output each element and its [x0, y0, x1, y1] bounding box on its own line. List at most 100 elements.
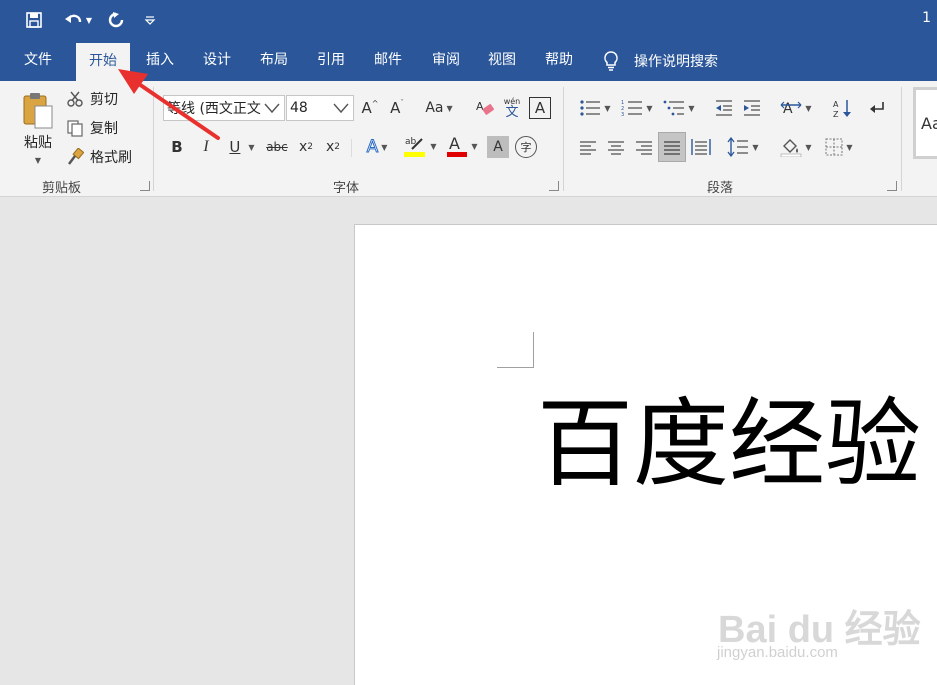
chinese-layout-button[interactable]: A ▼: [776, 97, 816, 119]
paste-button[interactable]: 粘贴 ▼: [16, 87, 60, 167]
font-divider: [351, 139, 352, 157]
grow-font-button[interactable]: A ^: [360, 97, 380, 119]
font-name-combo[interactable]: 等线 (西文正文: [163, 95, 285, 121]
shrink-font-button[interactable]: Aˇ: [387, 97, 407, 119]
customize-toolbar-button[interactable]: [140, 9, 160, 31]
distributed-button[interactable]: [690, 136, 712, 158]
style-preview-label: Aa: [921, 113, 937, 133]
save-icon[interactable]: [22, 9, 46, 31]
paint-bucket-icon: [781, 139, 802, 157]
superscript-mark: 2: [334, 142, 341, 152]
watermark-url: jingyan.baidu.com: [717, 644, 838, 661]
character-border-button[interactable]: A: [529, 97, 551, 119]
bold-button[interactable]: B: [166, 136, 188, 158]
distributed-icon: [691, 139, 711, 155]
pilcrow-icon: [870, 102, 884, 113]
change-case-button[interactable]: Aa ▼: [422, 97, 456, 119]
phonetic-guide-button[interactable]: wén 文: [501, 94, 523, 122]
multilevel-list-button[interactable]: ▼: [660, 97, 698, 119]
text-effects-button[interactable]: A ▼: [360, 136, 394, 158]
svg-text:A: A: [476, 100, 484, 113]
clipboard-dialog-launcher[interactable]: [140, 181, 150, 191]
group-divider: [153, 87, 154, 191]
tell-me-search[interactable]: 操作说明搜索: [602, 40, 718, 81]
strikethrough-button[interactable]: abc: [264, 136, 290, 158]
align-right-button[interactable]: [634, 136, 654, 158]
highlighter-icon: ab: [404, 137, 426, 157]
bullets-button[interactable]: ▼: [576, 97, 614, 119]
chevron-down-icon: ▼: [805, 142, 812, 152]
italic-button[interactable]: I: [195, 136, 217, 158]
font-color-icon: A: [447, 134, 468, 157]
svg-text:A: A: [449, 134, 460, 153]
font-dialog-launcher[interactable]: [549, 181, 559, 191]
style-normal-preview[interactable]: Aa: [913, 87, 937, 159]
redo-button[interactable]: [104, 9, 128, 31]
format-painter-button[interactable]: 格式刷: [66, 146, 132, 168]
tab-home[interactable]: 开始: [76, 43, 130, 81]
group-divider: [563, 87, 564, 191]
tab-layout[interactable]: 布局: [250, 40, 298, 81]
highlight-button[interactable]: ab ▼: [400, 133, 440, 159]
redo-icon: [108, 12, 124, 28]
eraser-icon: A: [476, 100, 494, 115]
ribbon-tabs: 文件 开始 插入 设计 布局 引用 邮件 审阅 视图 帮助 操作说明搜索: [0, 40, 937, 81]
cut-button[interactable]: 剪切: [66, 88, 118, 110]
character-shading-button[interactable]: A: [487, 136, 509, 158]
font-name-value: 等线 (西文正文: [167, 101, 261, 117]
justify-button[interactable]: [658, 132, 686, 162]
increase-indent-button[interactable]: [741, 97, 763, 119]
clear-formatting-button[interactable]: A: [474, 97, 496, 119]
increase-indent-icon: [744, 100, 760, 116]
tab-file[interactable]: 文件: [12, 40, 64, 81]
tab-help[interactable]: 帮助: [534, 40, 584, 81]
tab-view[interactable]: 视图: [478, 40, 526, 81]
character-border-label: A: [534, 99, 546, 117]
tab-review[interactable]: 审阅: [421, 40, 471, 81]
sort-button[interactable]: AZ: [831, 97, 853, 119]
underline-button[interactable]: U ▼: [222, 136, 262, 158]
cut-label: 剪切: [90, 92, 118, 108]
tab-mailings[interactable]: 邮件: [364, 40, 412, 81]
document-text[interactable]: 百度经验: [537, 388, 921, 500]
customize-icon: [144, 16, 156, 25]
line-spacing-button[interactable]: ▼: [724, 136, 762, 158]
align-center-button[interactable]: [606, 136, 626, 158]
subscript-button[interactable]: x2: [295, 136, 317, 158]
paste-label: 粘贴: [24, 134, 52, 151]
svg-text:Z: Z: [833, 110, 839, 118]
numbering-button[interactable]: 123 ▼: [618, 97, 656, 119]
chevron-down-icon: ▼: [34, 155, 42, 165]
chevron-down-icon: ▼: [446, 103, 453, 113]
text-effects-icon: A: [366, 137, 379, 158]
chevron-down-icon: ▼: [248, 142, 255, 152]
copy-button[interactable]: 复制: [66, 117, 118, 139]
line-spacing-icon: [727, 137, 749, 157]
font-size-combo[interactable]: 48: [286, 95, 354, 121]
shading-button[interactable]: ▼: [777, 136, 815, 158]
font-color-button[interactable]: A ▼: [442, 133, 482, 159]
enclose-characters-button[interactable]: 字: [515, 136, 537, 158]
superscript-button[interactable]: x2: [322, 136, 344, 158]
tab-references[interactable]: 引用: [306, 40, 356, 81]
sort-icon: AZ: [833, 100, 851, 118]
chevron-down-icon: ▼: [471, 141, 478, 151]
paragraph-dialog-launcher[interactable]: [887, 181, 897, 191]
chevron-down-icon: ▼: [85, 15, 93, 25]
show-marks-button[interactable]: [866, 97, 888, 119]
borders-button[interactable]: ▼: [820, 136, 858, 158]
undo-button[interactable]: ▼: [60, 9, 96, 31]
decrease-indent-button[interactable]: [713, 97, 735, 119]
chevron-down-icon: ▼: [381, 142, 388, 152]
tab-design[interactable]: 设计: [192, 40, 242, 81]
subscript-label: x: [298, 139, 308, 155]
multilevel-list-icon: [664, 100, 685, 116]
align-left-button[interactable]: [578, 136, 598, 158]
copy-label: 复制: [90, 121, 118, 137]
chevron-down-icon: ▼: [805, 103, 812, 113]
paragraph-group-label: 段落: [707, 181, 734, 196]
justify-icon: [664, 141, 680, 155]
copy-icon: [67, 120, 83, 137]
grow-font-label: A: [361, 99, 372, 117]
tab-insert[interactable]: 插入: [136, 40, 184, 81]
